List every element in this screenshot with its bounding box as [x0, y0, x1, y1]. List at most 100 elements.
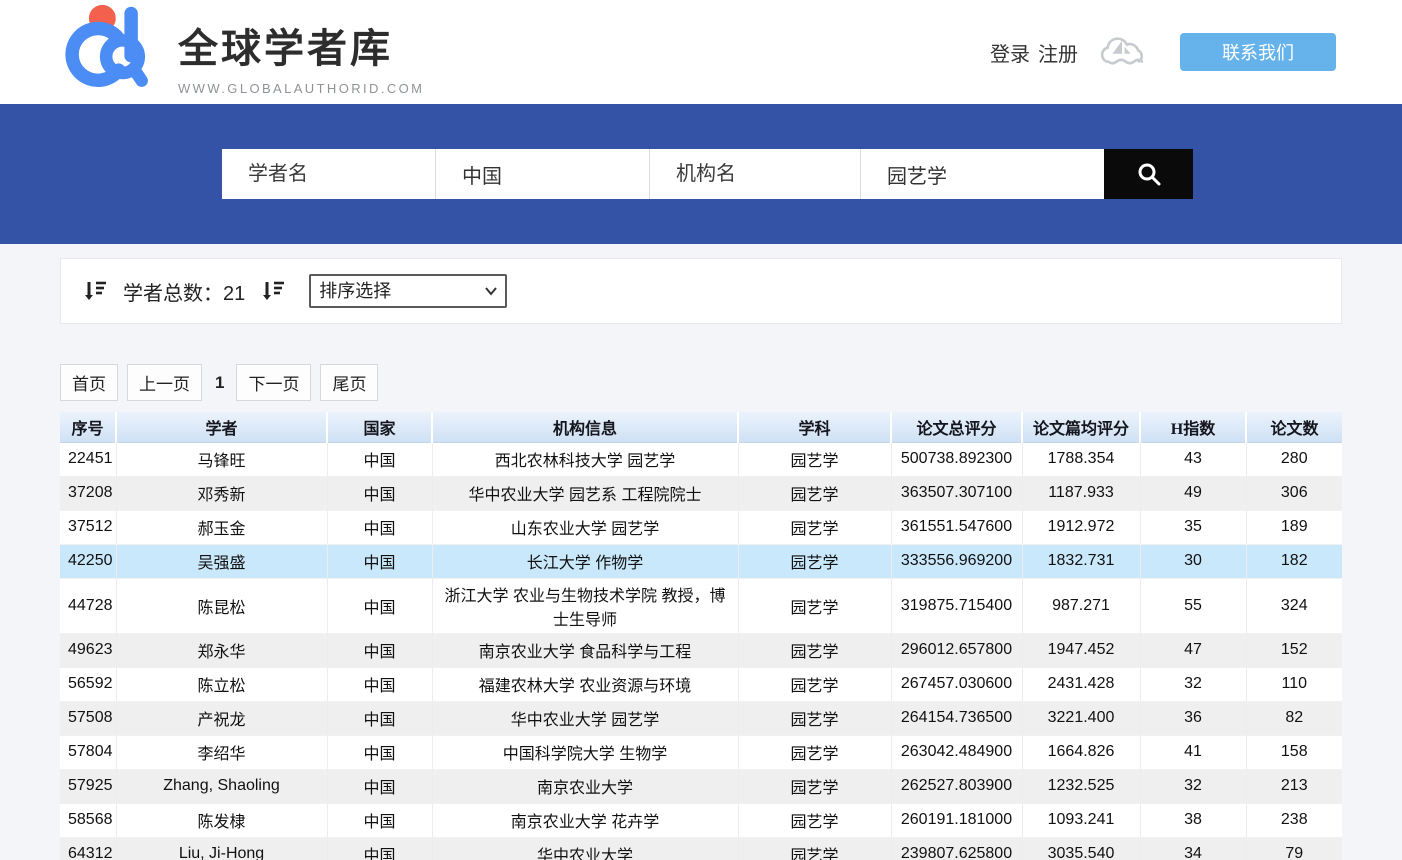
search-icon — [1136, 161, 1162, 187]
table-cell: 南京农业大学 — [432, 769, 738, 803]
auth-links: 登录 注册 — [990, 38, 1078, 67]
site-logo[interactable] — [62, 2, 158, 96]
table-row[interactable]: 37208邓秀新中国华中农业大学 园艺系 工程院院士园艺学363507.3071… — [60, 476, 1342, 510]
table-cell: 中国 — [327, 837, 432, 860]
table-cell: 1832.731 — [1022, 544, 1140, 578]
table-cell: 32 — [1140, 667, 1246, 701]
table-cell: 182 — [1246, 544, 1342, 578]
table-cell: 南京农业大学 花卉学 — [432, 803, 738, 837]
table-cell: 中国 — [327, 442, 432, 476]
table-cell: 55 — [1140, 578, 1246, 633]
table-row[interactable]: 22451马锋旺中国西北农林科技大学 园艺学园艺学500738.89230017… — [60, 442, 1342, 476]
scholar-name-input[interactable] — [222, 149, 436, 199]
table-cell: 56592 — [60, 667, 116, 701]
institution-name-input[interactable] — [650, 149, 861, 199]
table-cell: 64312 — [60, 837, 116, 860]
last-page-button[interactable]: 尾页 — [320, 364, 378, 401]
table-row[interactable]: 44728陈昆松中国浙江大学 农业与生物技术学院 教授，博士生导师园艺学3198… — [60, 578, 1342, 633]
table-cell: 30 — [1140, 544, 1246, 578]
header-cell: H指数 — [1140, 412, 1246, 442]
country-input[interactable] — [436, 149, 650, 199]
table-cell: 43 — [1140, 442, 1246, 476]
table-cell: 中国 — [327, 769, 432, 803]
table-cell: 中国科学院大学 生物学 — [432, 735, 738, 769]
table-cell: 中国 — [327, 701, 432, 735]
contact-us-button[interactable]: 联系我们 — [1180, 33, 1336, 71]
table-cell: 3035.540 — [1022, 837, 1140, 860]
table-cell: 37512 — [60, 510, 116, 544]
table-cell: 中国 — [327, 510, 432, 544]
table-cell: 南京农业大学 食品科学与工程 — [432, 633, 738, 667]
table-row[interactable]: 58568陈发棣中国南京农业大学 花卉学园艺学260191.1810001093… — [60, 803, 1342, 837]
discipline-input[interactable] — [861, 149, 1104, 199]
table-cell: 361551.547600 — [891, 510, 1022, 544]
table-cell: 园艺学 — [738, 476, 891, 510]
table-cell: 44728 — [60, 578, 116, 633]
table-cell: 华中农业大学 园艺学 — [432, 701, 738, 735]
sort-select[interactable]: 排序选择 — [309, 274, 507, 308]
table-row[interactable]: 42250吴强盛中国长江大学 作物学园艺学333556.9692001832.7… — [60, 544, 1342, 578]
table-cell: 333556.969200 — [891, 544, 1022, 578]
first-page-button[interactable]: 首页 — [60, 364, 118, 401]
header-cell: 论文数 — [1246, 412, 1342, 442]
table-cell: 38 — [1140, 803, 1246, 837]
table-row[interactable]: 49623郑永华中国南京农业大学 食品科学与工程园艺学296012.657800… — [60, 633, 1342, 667]
table-cell: 79 — [1246, 837, 1342, 860]
table-cell: 213 — [1246, 769, 1342, 803]
table-cell: 41 — [1140, 735, 1246, 769]
table-cell: 园艺学 — [738, 442, 891, 476]
table-cell: 1788.354 — [1022, 442, 1140, 476]
next-page-button[interactable]: 下一页 — [236, 364, 311, 401]
table-cell: 49623 — [60, 633, 116, 667]
table-cell: 中国 — [327, 735, 432, 769]
table-body: 22451马锋旺中国西北农林科技大学 园艺学园艺学500738.89230017… — [60, 442, 1342, 860]
table-cell: 马锋旺 — [116, 442, 327, 476]
search-button[interactable] — [1104, 149, 1193, 199]
table-cell: 园艺学 — [738, 667, 891, 701]
header-cell: 序号 — [60, 412, 116, 442]
table-cell: 37208 — [60, 476, 116, 510]
table-cell: 82 — [1246, 701, 1342, 735]
table-cell: 陈发棣 — [116, 803, 327, 837]
table-cell: 49 — [1140, 476, 1246, 510]
table-cell: 陈昆松 — [116, 578, 327, 633]
sort-amount-icon — [261, 279, 285, 303]
table-cell: 西北农林科技大学 园艺学 — [432, 442, 738, 476]
table-row[interactable]: 57804李绍华中国中国科学院大学 生物学园艺学263042.484900166… — [60, 735, 1342, 769]
prev-page-button[interactable]: 上一页 — [127, 364, 202, 401]
table-cell: 1912.972 — [1022, 510, 1140, 544]
table-row[interactable]: 56592陈立松中国福建农林大学 农业资源与环境园艺学267457.030600… — [60, 667, 1342, 701]
table-cell: 陈立松 — [116, 667, 327, 701]
table-cell: 158 — [1246, 735, 1342, 769]
brand-title: 全球学者库 — [178, 16, 424, 74]
table-cell: 262527.803900 — [891, 769, 1022, 803]
table-row[interactable]: 64312Liu, Ji-Hong中国华中农业大学园艺学239807.62580… — [60, 837, 1342, 860]
login-link[interactable]: 登录 — [990, 38, 1030, 67]
pagination: 首页 上一页 1 下一页 尾页 — [60, 364, 1402, 401]
table-cell: 34 — [1140, 837, 1246, 860]
table-row[interactable]: 37512郝玉金中国山东农业大学 园艺学园艺学361551.5476001912… — [60, 510, 1342, 544]
table-cell: 363507.307100 — [891, 476, 1022, 510]
table-cell: 山东农业大学 园艺学 — [432, 510, 738, 544]
scholar-table: 序号学者国家机构信息学科论文总评分论文篇均评分H指数论文数 22451马锋旺中国… — [60, 412, 1342, 860]
table-row[interactable]: 57508产祝龙中国华中农业大学 园艺学园艺学264154.7365003221… — [60, 701, 1342, 735]
table-cell: 500738.892300 — [891, 442, 1022, 476]
table-cell: 324 — [1246, 578, 1342, 633]
table-cell: 264154.736500 — [891, 701, 1022, 735]
table-cell: 中国 — [327, 803, 432, 837]
table-cell: 园艺学 — [738, 578, 891, 633]
register-link[interactable]: 注册 — [1038, 38, 1078, 67]
table-cell: 1187.933 — [1022, 476, 1140, 510]
table-cell: 36 — [1140, 701, 1246, 735]
table-cell: 产祝龙 — [116, 701, 327, 735]
header-cell: 学科 — [738, 412, 891, 442]
table-row[interactable]: 57925Zhang, Shaoling中国南京农业大学园艺学262527.80… — [60, 769, 1342, 803]
table-cell: 32 — [1140, 769, 1246, 803]
table-cell: Liu, Ji-Hong — [116, 837, 327, 860]
table-cell: 长江大学 作物学 — [432, 544, 738, 578]
table-cell: 李绍华 — [116, 735, 327, 769]
table-cell: 58568 — [60, 803, 116, 837]
table-cell: 园艺学 — [738, 769, 891, 803]
table-cell: 306 — [1246, 476, 1342, 510]
scholar-table-wrap: 序号学者国家机构信息学科论文总评分论文篇均评分H指数论文数 22451马锋旺中国… — [60, 412, 1342, 860]
